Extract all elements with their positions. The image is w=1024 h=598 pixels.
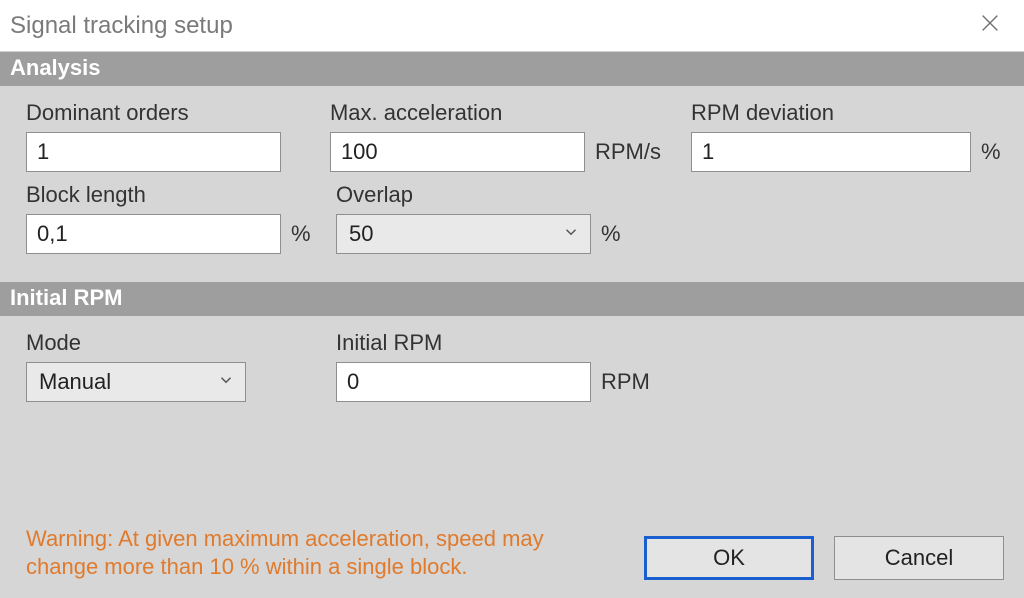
field-rpm-deviation: RPM deviation % <box>691 100 1004 172</box>
select-overlap[interactable]: 50 <box>336 214 591 254</box>
dialog-footer: Warning: At given maximum acceleration, … <box>0 515 1024 598</box>
titlebar: Signal tracking setup <box>0 0 1024 52</box>
input-initial-rpm[interactable] <box>336 362 591 402</box>
unit-block-length: % <box>291 221 311 247</box>
dialog-buttons: OK Cancel <box>644 536 1004 580</box>
section-header-initial-rpm: Initial RPM <box>0 282 1024 316</box>
field-max-acceleration: Max. acceleration RPM/s <box>330 100 661 172</box>
unit-max-acceleration: RPM/s <box>595 139 661 165</box>
label-max-acceleration: Max. acceleration <box>330 100 661 126</box>
cancel-button[interactable]: Cancel <box>834 536 1004 580</box>
label-initial-rpm: Initial RPM <box>336 330 671 356</box>
close-icon <box>979 12 1001 40</box>
label-dominant-orders: Dominant orders <box>26 100 300 126</box>
select-mode[interactable]: Manual <box>26 362 246 402</box>
section-body-analysis: Dominant orders Max. acceleration RPM/s … <box>0 86 1024 282</box>
unit-rpm-deviation: % <box>981 139 1001 165</box>
label-rpm-deviation: RPM deviation <box>691 100 1004 126</box>
warning-text: Warning: At given maximum acceleration, … <box>26 525 586 580</box>
window-title: Signal tracking setup <box>10 12 233 40</box>
label-overlap: Overlap <box>336 182 671 208</box>
field-mode: Mode Manual <box>26 330 306 402</box>
select-overlap-value: 50 <box>349 221 373 247</box>
label-block-length: Block length <box>26 182 306 208</box>
field-overlap: Overlap 50 % <box>336 182 671 254</box>
input-block-length[interactable] <box>26 214 281 254</box>
ok-button[interactable]: OK <box>644 536 814 580</box>
close-button[interactable] <box>970 6 1010 46</box>
unit-initial-rpm: RPM <box>601 369 650 395</box>
dialog-window: Signal tracking setup Analysis Dominant … <box>0 0 1024 598</box>
select-mode-value: Manual <box>39 369 111 395</box>
field-block-length: Block length % <box>26 182 306 254</box>
field-dominant-orders: Dominant orders <box>26 100 300 172</box>
input-max-acceleration[interactable] <box>330 132 585 172</box>
chevron-down-icon <box>562 221 580 247</box>
label-mode: Mode <box>26 330 306 356</box>
field-initial-rpm: Initial RPM RPM <box>336 330 671 402</box>
input-rpm-deviation[interactable] <box>691 132 971 172</box>
input-dominant-orders[interactable] <box>26 132 281 172</box>
section-header-analysis: Analysis <box>0 52 1024 86</box>
chevron-down-icon <box>217 369 235 395</box>
unit-overlap: % <box>601 221 621 247</box>
section-body-initial-rpm: Mode Manual Initial RPM RPM <box>0 316 1024 430</box>
